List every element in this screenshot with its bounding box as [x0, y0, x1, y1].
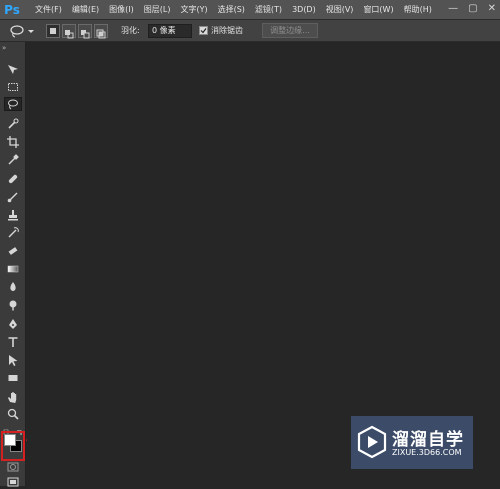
watermark-url: ZIXUE.3D66.COM: [392, 448, 462, 457]
new-selection-icon[interactable]: [46, 24, 60, 38]
add-selection-icon[interactable]: [62, 24, 76, 39]
feather-input[interactable]: 0 像素: [148, 24, 192, 38]
menu-edit[interactable]: 编辑(E): [67, 0, 104, 20]
zoom-tool-icon[interactable]: [4, 407, 22, 421]
foreground-color-swatch[interactable]: [4, 434, 16, 446]
brush-tool-icon[interactable]: [4, 190, 22, 204]
quick-selection-tool-icon[interactable]: [4, 117, 22, 131]
intersect-selection-icon[interactable]: [94, 24, 108, 39]
subtract-selection-icon[interactable]: [78, 24, 92, 39]
menu-filter[interactable]: 滤镜(T): [250, 0, 287, 20]
antialias-checkbox[interactable]: [199, 26, 208, 35]
menu-select[interactable]: 选择(S): [213, 0, 250, 20]
window-controls: — ▢ ✕: [448, 3, 496, 14]
refine-edge-button[interactable]: 调整边缘...: [262, 23, 318, 38]
healing-brush-tool-icon[interactable]: [4, 172, 22, 186]
menu-image[interactable]: 图像(I): [104, 0, 139, 20]
menu-3d[interactable]: 3D(D): [287, 0, 321, 20]
options-bar: 羽化: 0 像素 消除锯齿 调整边缘...: [0, 20, 500, 42]
path-selection-tool-icon[interactable]: [4, 353, 22, 367]
default-colors-icon[interactable]: [3, 422, 23, 435]
move-tool-icon[interactable]: [4, 63, 22, 77]
gradient-tool-icon[interactable]: [4, 262, 22, 276]
screen-mode-icon[interactable]: [4, 475, 22, 489]
hand-tool-icon[interactable]: [4, 390, 22, 404]
menu-window[interactable]: 窗口(W): [358, 0, 398, 20]
watermark-play-icon: [357, 425, 387, 459]
eyedropper-tool-icon[interactable]: [4, 153, 22, 167]
close-button[interactable]: ✕: [488, 3, 496, 14]
eraser-tool-icon[interactable]: [4, 244, 22, 258]
feather-label: 羽化:: [121, 26, 140, 35]
blur-tool-icon[interactable]: [4, 280, 22, 294]
lasso-tool-icon[interactable]: [4, 97, 22, 111]
type-tool-icon[interactable]: [4, 335, 22, 349]
menu-layer[interactable]: 图层(L): [139, 0, 176, 20]
dodge-tool-icon[interactable]: [4, 298, 22, 312]
restore-button[interactable]: ▢: [468, 3, 477, 14]
quick-mask-icon[interactable]: [4, 460, 22, 474]
menu-items: 文件(F) 编辑(E) 图像(I) 图层(L) 文字(Y) 选择(S) 滤镜(T…: [30, 0, 437, 20]
antialias-label: 消除锯齿: [211, 26, 243, 35]
photoshop-logo: Ps: [4, 3, 20, 17]
history-brush-tool-icon[interactable]: [4, 226, 22, 240]
rectangle-tool-icon[interactable]: [4, 371, 22, 385]
clone-stamp-tool-icon[interactable]: [4, 208, 22, 222]
crop-tool-icon[interactable]: [4, 135, 22, 149]
panel-collapse-icon[interactable]: »: [2, 44, 6, 52]
menu-help[interactable]: 帮助(H): [399, 0, 437, 20]
menu-type[interactable]: 文字(Y): [175, 0, 212, 20]
menu-file[interactable]: 文件(F): [30, 0, 67, 20]
marquee-tool-icon[interactable]: [4, 80, 22, 94]
watermark-title: 溜溜自学: [392, 430, 464, 450]
minimize-button[interactable]: —: [448, 3, 458, 14]
lasso-tool-preset-icon[interactable]: [6, 23, 36, 39]
menu-view[interactable]: 视图(V): [321, 0, 359, 20]
pen-tool-icon[interactable]: [4, 317, 22, 331]
